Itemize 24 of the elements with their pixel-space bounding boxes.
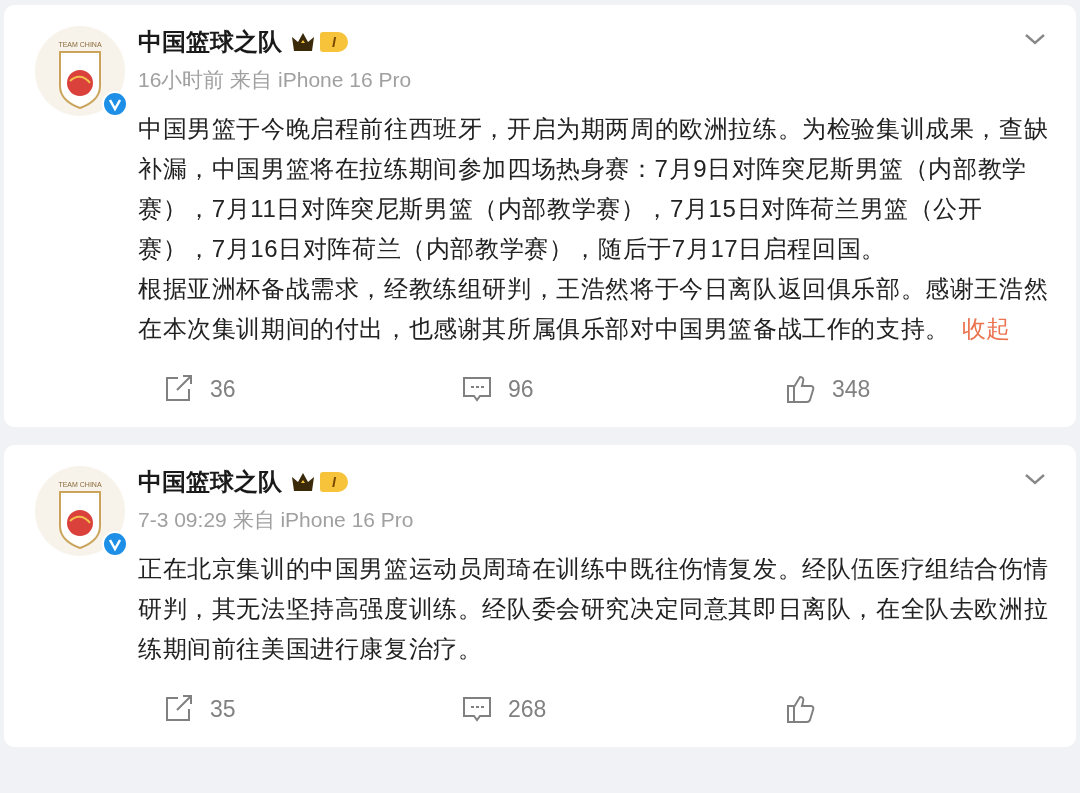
crown-icon bbox=[290, 471, 316, 493]
level-badge: I bbox=[320, 472, 348, 492]
comment-icon bbox=[462, 375, 492, 403]
share-icon bbox=[164, 695, 194, 723]
collapse-link[interactable]: 收起 bbox=[961, 315, 1011, 342]
post-meta: 7-3 09:29 来自 iPhone 16 Pro bbox=[138, 507, 415, 533]
post-text: 根据亚洲杯备战需求，经教练组研判，王浩然将于今日离队返回俱乐部。感谢王浩然在本次集训期间的付出，也感谢其所属俱乐部对中国男篮备战工作的支持。 收起 bbox=[138, 274, 1050, 344]
post-meta: 16小时前 来自 iPhone 16 Pro bbox=[138, 67, 413, 93]
share-icon bbox=[164, 375, 194, 403]
thumbs-up-icon bbox=[786, 374, 816, 404]
crown-icon bbox=[290, 31, 316, 53]
comment-icon bbox=[462, 695, 492, 723]
repost-button[interactable]: 35 bbox=[164, 691, 236, 727]
author-name[interactable]: 中国篮球之队 bbox=[138, 464, 282, 500]
level-badge: I bbox=[320, 32, 348, 52]
thumbs-up-icon bbox=[786, 694, 816, 724]
comment-button[interactable]: 96 bbox=[462, 371, 534, 407]
comment-button[interactable]: 268 bbox=[462, 691, 547, 727]
repost-button[interactable]: 36 bbox=[164, 371, 236, 407]
post-text: 中国男篮于今晚启程前往西班牙，开启为期两周的欧洲拉练。为检验集训成果，查缺补漏，中国男篮将在拉练期间参加四场热身赛：7月9日对阵突尼斯男篮（内部教学赛），7月11日对阵突尼斯男篮（内部教学赛），7月15日对阵荷兰男篮（公开赛），7月16日对阵荷兰（内部教学赛），随后于7月17日启程回国。 bbox=[138, 114, 1050, 264]
post-text: 正在北京集训的中国男篮运动员周琦在训练中既往伤情复发。经队伍医疗组结合伤情研判，其无法坚持高强度训练。经队委会研究决定同意其即日离队，在全队去欧洲拉练期间前往美国进行康复治疗。 bbox=[138, 554, 1050, 664]
like-button[interactable] bbox=[786, 694, 816, 724]
author-name[interactable]: 中国篮球之队 bbox=[138, 24, 282, 60]
like-button[interactable]: 348 bbox=[786, 371, 871, 407]
